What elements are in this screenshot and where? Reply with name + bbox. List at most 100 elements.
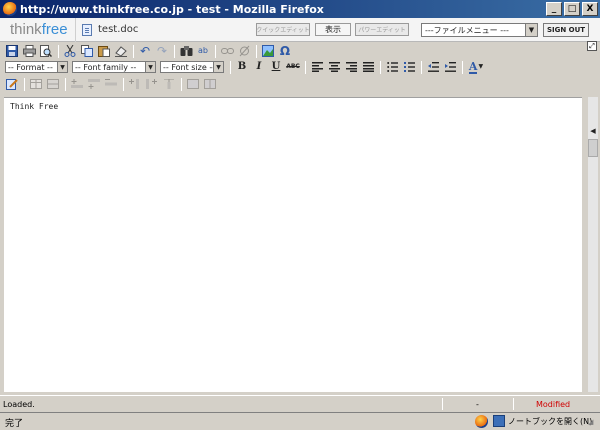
firefox-icon <box>3 2 17 16</box>
resize-grip-icon[interactable]: ◢ <box>588 418 598 428</box>
delete-row-icon[interactable] <box>104 77 118 91</box>
format-select-value: -- Format -- <box>8 62 53 72</box>
toolbar-separator <box>123 77 124 91</box>
window-titlebar: http://www.thinkfree.co.jp - test - Mozi… <box>0 0 600 18</box>
numbered-list-icon[interactable] <box>402 60 416 74</box>
toolbar-separator <box>133 44 134 58</box>
browser-done-status: 完了 <box>5 419 24 429</box>
toolbar-separator <box>256 44 257 58</box>
editor-area[interactable]: Think Free <box>4 97 582 392</box>
toolbar-separator <box>24 77 25 91</box>
view-button[interactable]: 表示 <box>315 23 351 36</box>
table-properties-icon[interactable] <box>46 77 60 91</box>
toolbar-separator <box>380 60 381 74</box>
toolbar-separator <box>305 60 306 74</box>
document-name-label: test.doc <box>98 24 139 35</box>
print-preview-icon[interactable] <box>39 44 53 58</box>
toolbar-row-2: -- Format -- ▼ -- Font family -- ▼ -- Fo… <box>0 59 600 75</box>
open-notebook-label: ノートブックを開く(N) <box>508 416 593 426</box>
chevron-down-icon: ▼ <box>213 62 223 72</box>
open-notebook-button[interactable]: ノートブックを開く(N) <box>493 415 592 427</box>
toolbar-separator <box>58 44 59 58</box>
window-controls: _ □ X <box>546 2 598 16</box>
merge-cells-icon[interactable] <box>186 77 200 91</box>
toolbar-separator <box>174 44 175 58</box>
align-justify-icon[interactable] <box>361 60 375 74</box>
notebook-icon <box>493 415 505 427</box>
special-char-icon[interactable]: Ω <box>278 44 292 58</box>
copy-icon[interactable] <box>80 44 94 58</box>
font-size-select-value: -- Font size -- <box>163 62 216 72</box>
app-header: think free test.doc クイックエディット 表示 パワーエディット… <box>0 17 600 42</box>
replace-icon[interactable]: ab <box>196 44 210 58</box>
toolbar-separator <box>230 60 231 74</box>
toolbar-row-3 <box>0 76 600 92</box>
strikethrough-button[interactable]: ABC <box>286 60 300 74</box>
document-icon <box>82 23 92 36</box>
toolbar-separator <box>181 77 182 91</box>
font-family-select-value: -- Font family -- <box>75 62 137 72</box>
thinkfree-logo[interactable]: think free <box>0 17 76 42</box>
editor-content[interactable]: Think Free <box>10 102 58 111</box>
print-icon[interactable] <box>22 44 36 58</box>
outdent-icon[interactable] <box>426 60 440 74</box>
maximize-button[interactable]: □ <box>564 2 580 16</box>
edit-document-icon[interactable] <box>5 77 19 91</box>
italic-button[interactable]: I <box>252 60 266 74</box>
font-color-icon[interactable]: A ▼ <box>467 60 485 74</box>
font-color-label: A <box>468 59 478 74</box>
delete-column-icon[interactable] <box>162 77 176 91</box>
redo-icon[interactable]: ↷ <box>155 44 169 58</box>
insert-column-left-icon[interactable] <box>128 77 142 91</box>
file-menu-value: ---ファイルメニュー --- <box>425 25 509 35</box>
font-family-select[interactable]: -- Font family -- ▼ <box>72 61 156 73</box>
save-icon[interactable] <box>5 44 19 58</box>
align-right-icon[interactable] <box>344 60 358 74</box>
bullet-list-icon[interactable] <box>385 60 399 74</box>
close-button[interactable]: X <box>582 2 598 16</box>
unlink-icon[interactable] <box>237 44 251 58</box>
insert-row-below-icon[interactable] <box>87 77 101 91</box>
insert-image-icon[interactable] <box>261 44 275 58</box>
font-size-select[interactable]: -- Font size -- ▼ <box>160 61 224 73</box>
cut-icon[interactable] <box>63 44 77 58</box>
paste-icon[interactable] <box>97 44 111 58</box>
toolbar-separator <box>462 60 463 74</box>
status-divider <box>513 398 514 410</box>
indent-icon[interactable] <box>443 60 457 74</box>
collapse-panel-icon[interactable]: ◀ <box>588 126 598 136</box>
split-cells-icon[interactable] <box>203 77 217 91</box>
minimize-button[interactable]: _ <box>546 2 562 16</box>
browser-status-bar: 完了 ノートブックを開く(N) ◢ <box>0 412 600 430</box>
insert-table-icon[interactable] <box>29 77 43 91</box>
editor-status-bar: Loaded. - Modified <box>0 395 600 411</box>
quick-edit-button[interactable]: クイックエディット <box>256 23 310 36</box>
chevron-down-icon: ▼ <box>525 24 537 36</box>
eraser-icon[interactable] <box>114 44 128 58</box>
undo-icon[interactable]: ↶ <box>138 44 152 58</box>
find-icon[interactable] <box>179 44 193 58</box>
power-edit-button[interactable]: パワーエディット <box>355 23 409 36</box>
firefox-icon[interactable] <box>475 415 488 428</box>
align-center-icon[interactable] <box>327 60 341 74</box>
insert-column-right-icon[interactable] <box>145 77 159 91</box>
align-left-icon[interactable] <box>310 60 324 74</box>
scrollbar-thumb[interactable] <box>588 139 598 157</box>
document-name: test.doc <box>76 23 248 36</box>
chevron-down-icon: ▼ <box>478 63 484 70</box>
status-divider <box>442 398 443 410</box>
maximize-editor-icon[interactable]: ⤢ <box>587 41 597 51</box>
link-icon[interactable] <box>220 44 234 58</box>
window-title: http://www.thinkfree.co.jp - test - Mozi… <box>20 2 324 16</box>
format-select[interactable]: -- Format -- ▼ <box>5 61 68 73</box>
file-menu-select[interactable]: ---ファイルメニュー --- ▼ <box>421 23 538 37</box>
bold-button[interactable]: B <box>235 60 249 74</box>
logo-free: free <box>41 21 68 38</box>
sign-out-button[interactable]: SIGN OUT <box>543 23 589 37</box>
insert-row-above-icon[interactable] <box>70 77 84 91</box>
toolbar-separator <box>215 44 216 58</box>
underline-button[interactable]: U <box>269 60 283 74</box>
toolbar-separator <box>65 77 66 91</box>
chevron-down-icon: ▼ <box>57 62 67 72</box>
modified-status: Modified <box>536 399 571 409</box>
